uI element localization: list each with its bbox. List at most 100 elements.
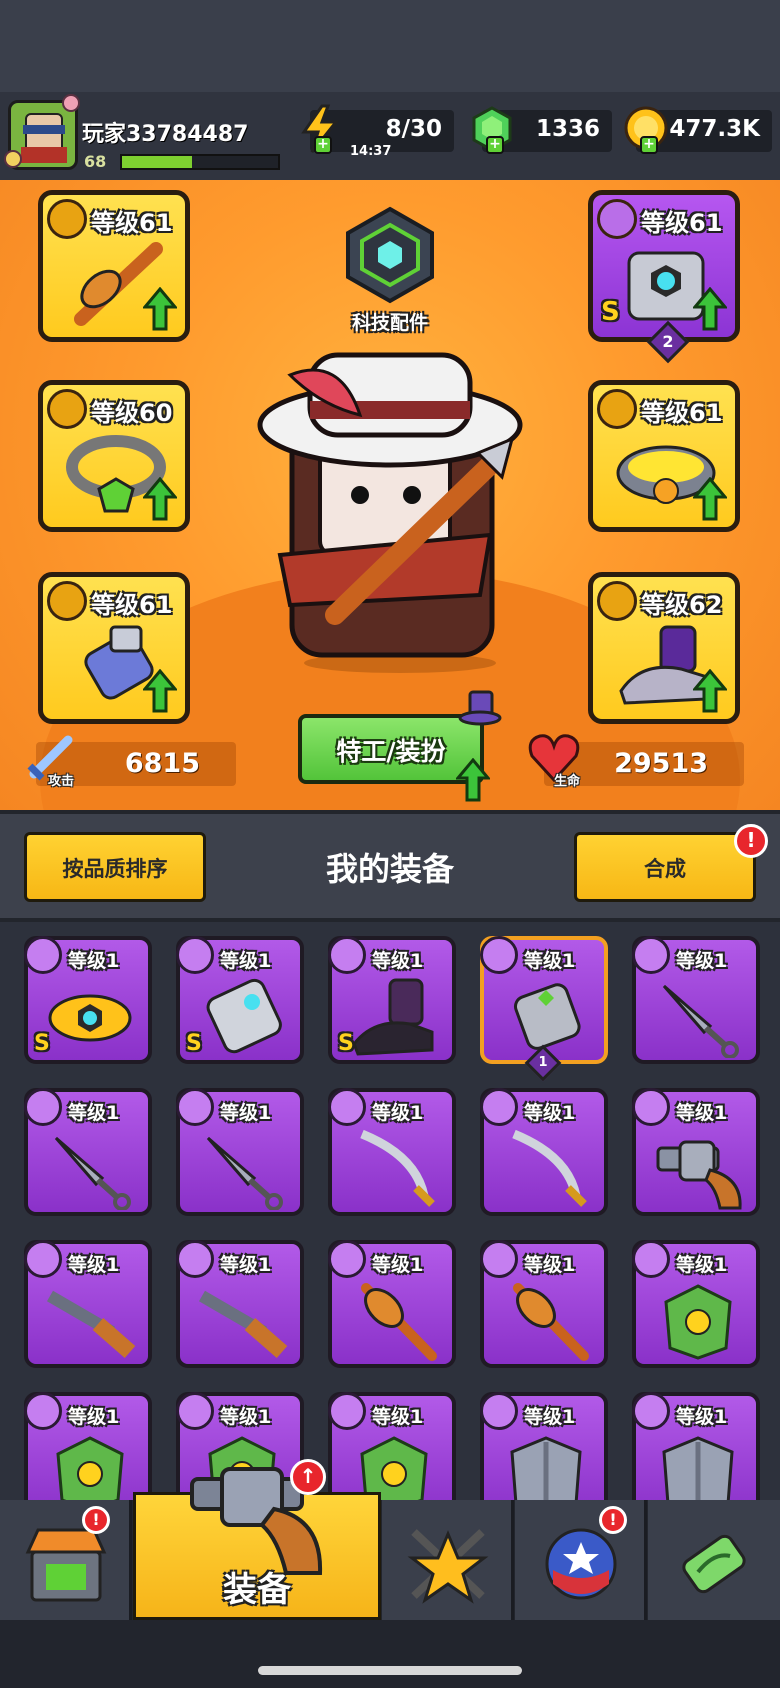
glove-icon xyxy=(176,936,214,974)
inventory-item[interactable]: 等级1 xyxy=(480,1240,608,1368)
item-level: 等级1 xyxy=(676,950,728,972)
hp-stat: 生命 29513 xyxy=(528,734,744,789)
weapon-icon xyxy=(632,1088,670,1126)
inventory-title: 我的装备 xyxy=(325,850,454,888)
inventory-item[interactable]: 等级1 xyxy=(632,1392,760,1500)
slot-level: 等级62 xyxy=(641,591,723,619)
inventory-item[interactable]: 等级1 S xyxy=(24,936,152,1064)
upgrade-arrow-icon xyxy=(693,477,727,521)
item-level: 等级1 xyxy=(372,1102,424,1124)
merge-button[interactable]: 合成 xyxy=(574,832,756,902)
inventory-item[interactable]: 等级1 xyxy=(328,1240,456,1368)
leaf-armor-item-icon xyxy=(56,1436,124,1500)
item-level: 等级1 xyxy=(220,950,272,972)
weapon-icon xyxy=(176,1240,214,1278)
kunai-item-icon xyxy=(54,1136,131,1210)
agent-character[interactable] xyxy=(240,345,560,675)
star-crossed-swords-icon xyxy=(407,1529,489,1604)
tab-equipment[interactable]: ↑ 装备 xyxy=(133,1459,381,1620)
weapon-icon xyxy=(632,936,670,974)
inventory-item[interactable]: 等级1 xyxy=(328,1392,456,1500)
inventory-item[interactable]: 等级1 S xyxy=(328,936,456,1064)
item-level: 等级1 xyxy=(524,1102,576,1124)
agent-costume-button[interactable]: 特工/装扮 xyxy=(298,690,502,802)
weapon-icon xyxy=(328,1240,366,1278)
tab-shop[interactable]: ! xyxy=(0,1500,132,1620)
upgrade-arrow-icon xyxy=(143,477,177,521)
armor-icon xyxy=(632,1392,670,1430)
shop-icon xyxy=(25,1528,107,1602)
spear-item-icon xyxy=(361,1283,437,1361)
item-level: 等级1 xyxy=(676,1254,728,1276)
player-profile[interactable]: 玩家33784487 68 xyxy=(4,94,290,180)
add-coins-button[interactable]: + xyxy=(640,136,658,154)
gem-counter[interactable]: + 1336 xyxy=(472,106,612,154)
belt-slot[interactable]: 等级61 xyxy=(588,380,740,532)
inventory-item[interactable]: 等级1 xyxy=(24,1240,152,1368)
inventory-item[interactable]: 等级1 xyxy=(24,1088,152,1216)
add-energy-button[interactable]: + xyxy=(314,136,332,154)
merge-button-label: 合成 xyxy=(644,857,686,881)
inventory-item[interactable]: 等级1 xyxy=(176,1088,304,1216)
necklace-slot[interactable]: 等级60 xyxy=(38,380,190,532)
glove-icon xyxy=(480,936,518,974)
tab-evolution[interactable] xyxy=(648,1500,780,1620)
inventory-item[interactable]: 等级1 S xyxy=(176,936,304,1064)
star-orb-icon xyxy=(545,1528,617,1600)
shotgun-item-icon xyxy=(198,1290,288,1359)
armor-icon xyxy=(176,1392,214,1430)
boots-slot[interactable]: 等级62 xyxy=(588,572,740,724)
inventory-item[interactable]: 等级1 xyxy=(632,1088,760,1216)
armor-slot[interactable]: 等级61 S 2 xyxy=(588,190,740,364)
sort-by-quality-button[interactable]: 按品质排序 xyxy=(24,832,206,902)
slot-level: 等级61 xyxy=(91,209,173,237)
inventory-item[interactable]: 等级1 xyxy=(632,1240,760,1368)
slot-level: 等级60 xyxy=(91,399,173,427)
inventory-item[interactable]: 等级1 xyxy=(176,1240,304,1368)
kunai-item-icon xyxy=(206,1136,283,1210)
bottom-tab-bar: ! ↑ 装备 ! xyxy=(0,1459,780,1688)
armor-icon xyxy=(480,1392,518,1430)
upgrade-arrow-icon xyxy=(143,287,177,331)
kunai-item-icon xyxy=(662,984,739,1058)
belt-icon xyxy=(24,936,62,974)
belt-icon xyxy=(597,389,637,429)
home-indicator xyxy=(258,1666,522,1675)
rank-s-badge: S xyxy=(34,1031,50,1056)
tech-accessory-button[interactable] xyxy=(340,205,440,305)
weapon-slot[interactable]: 等级61 xyxy=(38,190,190,342)
weapon-icon xyxy=(47,199,87,239)
item-level: 等级1 xyxy=(372,1406,424,1428)
inventory-item[interactable]: 等级1 xyxy=(24,1392,152,1500)
item-level: 等级1 xyxy=(68,950,120,972)
katana-item-icon xyxy=(360,1129,435,1207)
equipment-upgrade-badge: ↑ xyxy=(290,1459,326,1495)
tab-talent[interactable] xyxy=(382,1500,514,1620)
armor-icon xyxy=(632,1240,670,1278)
tab-skills[interactable]: ! xyxy=(515,1500,647,1620)
slot-level: 等级61 xyxy=(91,591,173,619)
boot-icon xyxy=(597,581,637,621)
item-level: 等级1 xyxy=(372,1254,424,1276)
weapon-icon xyxy=(328,1088,366,1126)
rank-s-badge: S xyxy=(601,297,620,327)
inventory-item[interactable]: 等级1 xyxy=(632,936,760,1064)
top-hat-icon xyxy=(458,690,502,726)
inventory-item[interactable]: 等级1 xyxy=(480,1392,608,1500)
inventory-item[interactable]: 等级1 1 xyxy=(480,936,608,1082)
hp-value: 29513 xyxy=(614,748,708,779)
gloves-slot[interactable]: 等级61 xyxy=(38,572,190,724)
coin-counter[interactable]: + 477.3K xyxy=(624,106,772,154)
mech-glove-item-icon xyxy=(206,978,282,1054)
inventory-header: 按品质排序 我的装备 合成 ! xyxy=(0,810,780,922)
avatar-headband xyxy=(23,125,65,134)
item-level: 等级1 xyxy=(68,1102,120,1124)
add-gems-button[interactable]: + xyxy=(486,136,504,154)
inventory-item[interactable]: 等级1 xyxy=(480,1088,608,1216)
player-level: 68 xyxy=(84,152,107,171)
attack-value: 6815 xyxy=(124,748,200,779)
spear-item-icon xyxy=(513,1283,589,1361)
item-level: 等级1 xyxy=(676,1102,728,1124)
item-level: 等级1 xyxy=(372,950,424,972)
inventory-item[interactable]: 等级1 xyxy=(328,1088,456,1216)
